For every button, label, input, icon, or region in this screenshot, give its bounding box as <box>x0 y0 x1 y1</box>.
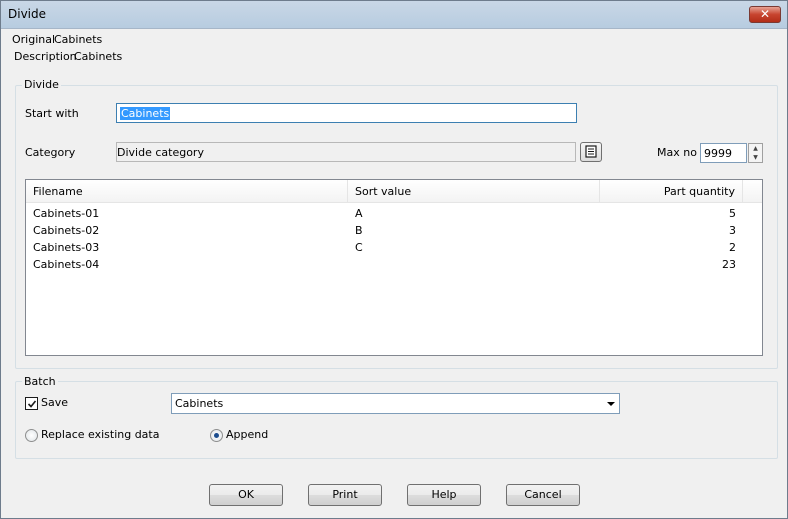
column-sort-value[interactable]: Sort value <box>348 180 600 203</box>
print-button[interactable]: Print <box>308 484 382 506</box>
column-filename[interactable]: Filename <box>26 180 348 203</box>
category-browse-button[interactable] <box>580 142 602 162</box>
description-label: Description <box>14 50 77 63</box>
cell-sort-value <box>348 256 600 273</box>
start-with-value: Cabinets <box>120 107 171 120</box>
start-with-input[interactable]: Cabinets <box>116 103 577 123</box>
save-combo-value: Cabinets <box>175 397 224 410</box>
cell-filename: Cabinets-01 <box>33 207 100 220</box>
cell-filename: Cabinets-02 <box>33 224 100 237</box>
divide-dialog: Divide ✕ Original Cabinets Description C… <box>0 0 788 519</box>
cell-filename: Cabinets-04 <box>33 258 100 271</box>
save-label[interactable]: Save <box>41 396 68 409</box>
cell-part-quantity: 2 <box>729 241 736 254</box>
ok-button[interactable]: OK <box>209 484 283 506</box>
save-checkbox[interactable] <box>25 397 38 410</box>
column-part-quantity[interactable]: Part quantity <box>600 180 743 203</box>
cell-part-quantity: 3 <box>729 224 736 237</box>
table-row[interactable]: Cabinets-01 A 5 <box>26 205 762 222</box>
cell-filename: Cabinets-03 <box>33 241 100 254</box>
category-label: Category <box>25 146 76 159</box>
batch-group-label: Batch <box>22 375 58 388</box>
spin-down-icon[interactable]: ▼ <box>749 153 762 162</box>
table-header: Filename Sort value Part quantity <box>26 180 762 203</box>
max-no-value: 9999 <box>704 147 732 160</box>
original-label: Original <box>12 33 56 46</box>
table-row[interactable]: Cabinets-02 B 3 <box>26 222 762 239</box>
checkmark-icon <box>27 400 37 408</box>
spin-up-icon[interactable]: ▲ <box>749 144 762 153</box>
divide-group-label: Divide <box>22 78 61 91</box>
table-row[interactable]: Cabinets-04 23 <box>26 256 762 273</box>
cell-sort-value: A <box>355 207 363 220</box>
title-bar: Divide ✕ <box>1 1 787 29</box>
cell-part-quantity: 23 <box>722 258 736 271</box>
cancel-button[interactable]: Cancel <box>506 484 580 506</box>
cell-sort-value: B <box>355 224 363 237</box>
cell-part-quantity: 5 <box>729 207 736 220</box>
cell-sort-value: C <box>355 241 363 254</box>
max-no-spinner[interactable]: ▲ ▼ <box>748 143 763 163</box>
window-title: Divide <box>8 7 47 21</box>
close-button[interactable]: ✕ <box>749 6 781 23</box>
chevron-down-icon[interactable] <box>607 402 615 406</box>
list-icon <box>585 145 597 158</box>
parts-table[interactable]: Filename Sort value Part quantity Cabine… <box>25 179 763 356</box>
category-value: Divide category <box>117 146 204 159</box>
table-row[interactable]: Cabinets-03 C 2 <box>26 239 762 256</box>
append-radio[interactable] <box>210 429 223 442</box>
original-value: Cabinets <box>54 33 103 46</box>
append-label[interactable]: Append <box>226 428 268 441</box>
close-icon: ✕ <box>759 7 771 21</box>
replace-existing-radio[interactable] <box>25 429 38 442</box>
category-field: Divide category <box>116 142 576 162</box>
start-with-label: Start with <box>25 107 79 120</box>
radio-selected-dot <box>214 433 219 438</box>
help-button[interactable]: Help <box>407 484 481 506</box>
replace-existing-label[interactable]: Replace existing data <box>41 428 159 441</box>
max-no-label: Max no <box>657 146 697 159</box>
save-combo[interactable]: Cabinets <box>171 393 620 414</box>
description-value: Cabinets <box>74 50 123 63</box>
max-no-input[interactable]: 9999 <box>700 143 747 163</box>
